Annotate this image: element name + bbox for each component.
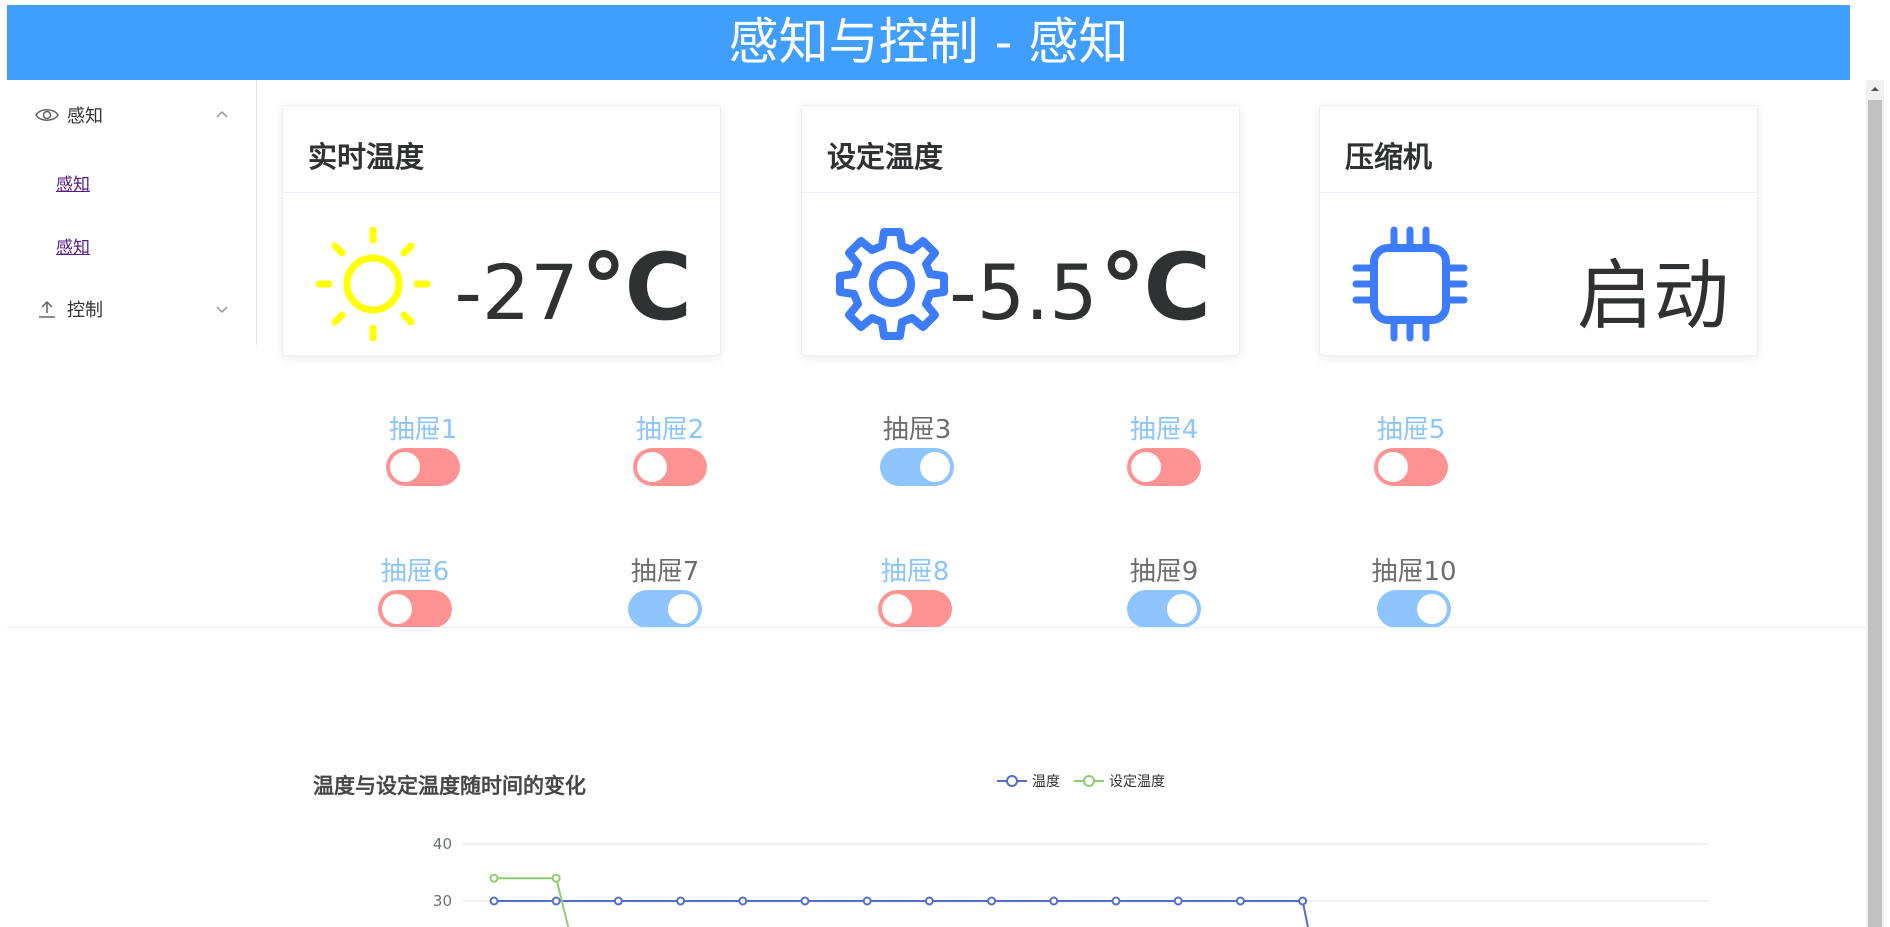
data-point: [800, 896, 810, 906]
data-point: [676, 896, 686, 906]
data-point: [1111, 896, 1121, 906]
data-point: [1235, 896, 1245, 906]
data-point: [738, 896, 748, 906]
data-point: [489, 896, 499, 906]
data-point: [613, 896, 623, 906]
data-point: [924, 896, 934, 906]
data-point: [551, 896, 561, 906]
scroll-up-arrow-icon[interactable]: [1868, 82, 1882, 96]
data-point: [987, 896, 997, 906]
scrollbar-thumb[interactable]: [1868, 100, 1882, 927]
data-point: [862, 896, 872, 906]
data-point: [551, 873, 561, 883]
data-point: [489, 873, 499, 883]
y-tick-label: 30: [433, 892, 452, 910]
data-point: [1049, 896, 1059, 906]
y-tick-label: 40: [433, 835, 452, 853]
data-point: [1173, 896, 1183, 906]
data-point: [1298, 896, 1308, 906]
line-chart: 40 30: [433, 835, 1708, 927]
